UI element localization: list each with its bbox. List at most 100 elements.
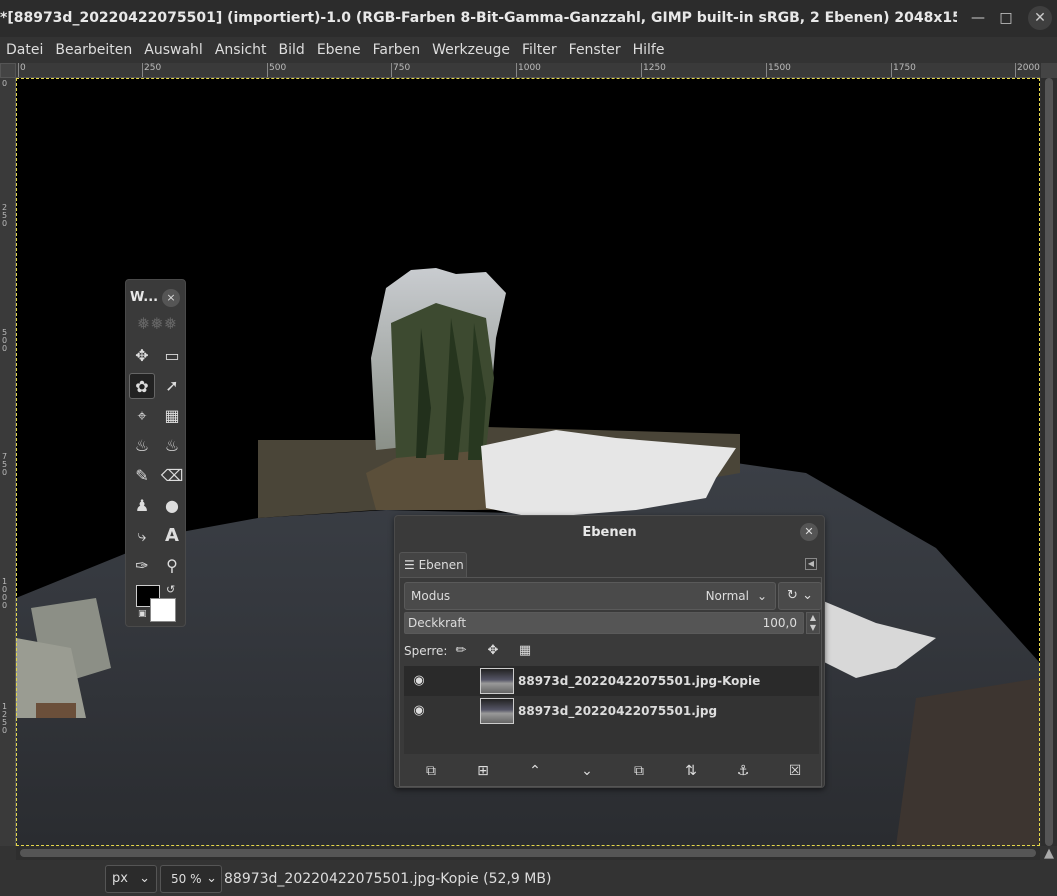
menu-farben[interactable]: Farben bbox=[373, 42, 420, 58]
eye-icon[interactable]: ◉ bbox=[410, 702, 428, 720]
ruler-label: 1750 bbox=[893, 63, 916, 73]
ruler-label: 2000 bbox=[1017, 63, 1040, 73]
menu-fenster[interactable]: Fenster bbox=[569, 42, 621, 58]
window-title: *[88973d_20220422075501] (importiert)-1.… bbox=[0, 10, 957, 26]
color-picker-icon[interactable]: ✑ bbox=[129, 553, 155, 579]
status-message: 88973d_20220422075501.jpg-Kopie (52,9 MB… bbox=[224, 871, 552, 887]
mode-label: Modus bbox=[411, 589, 451, 603]
close-icon[interactable]: ✕ bbox=[1028, 6, 1052, 30]
ruler-tick bbox=[516, 63, 517, 77]
menu-filter[interactable]: Filter bbox=[522, 42, 557, 58]
smudge-icon[interactable]: ● bbox=[159, 493, 185, 519]
close-icon[interactable]: × bbox=[162, 289, 180, 307]
eye-icon[interactable]: ◉ bbox=[410, 672, 428, 690]
rect-select-icon[interactable]: ▭ bbox=[159, 343, 185, 369]
status-bar: px ⌄ 50 % ⌄ 88973d_20220422075501.jpg-Ko… bbox=[0, 862, 1057, 896]
scrollbar-thumb[interactable] bbox=[20, 849, 1036, 857]
menu-bearbeiten[interactable]: Bearbeiten bbox=[55, 42, 132, 58]
delete-layer-icon[interactable]: ☒ bbox=[784, 760, 806, 782]
ruler-label: 250 bbox=[144, 63, 162, 73]
anchor-icon[interactable]: ⚓ bbox=[732, 760, 754, 782]
layers-dialog: Ebenen ✕ ☰ Ebenen ◀ Modus Normal ⌄ ↻ ⌄ D… bbox=[394, 515, 825, 788]
ruler-label: 500 bbox=[269, 63, 287, 73]
default-colors-icon[interactable]: ▣ bbox=[138, 609, 147, 619]
menu-ansicht[interactable]: Ansicht bbox=[215, 42, 267, 58]
mode-reset-button[interactable]: ↻ ⌄ bbox=[778, 582, 822, 610]
menu-auswahl[interactable]: Auswahl bbox=[144, 42, 203, 58]
new-group-icon[interactable]: ⊞ bbox=[472, 760, 494, 782]
ruler-tick bbox=[391, 63, 392, 77]
paths-icon[interactable]: ⤷ bbox=[129, 523, 155, 549]
maximize-icon[interactable]: □ bbox=[994, 6, 1018, 30]
layer-name: 88973d_20220422075501.jpg bbox=[518, 704, 718, 718]
lock-position-icon[interactable]: ✥ bbox=[484, 642, 502, 660]
layer-name: 88973d_20220422075501.jpg-Kopie bbox=[518, 674, 761, 688]
zoom-fit-icon[interactable] bbox=[1041, 63, 1057, 78]
minimize-icon[interactable]: — bbox=[966, 6, 990, 30]
duplicate-layer-icon[interactable]: ⧉ bbox=[628, 760, 650, 782]
tab-layers[interactable]: ☰ Ebenen bbox=[399, 552, 467, 578]
unit-value: px bbox=[112, 871, 128, 886]
vertical-scrollbar[interactable] bbox=[1041, 78, 1057, 846]
opacity-label: Deckkraft bbox=[408, 616, 467, 630]
ruler-label: 250 bbox=[2, 203, 8, 228]
background-color-swatch[interactable] bbox=[150, 598, 176, 622]
ruler-label: 0 bbox=[20, 63, 26, 73]
ruler-tick bbox=[142, 63, 143, 77]
mode-select[interactable]: Modus Normal ⌄ bbox=[404, 582, 776, 610]
chevron-down-icon: ⌄ bbox=[139, 871, 150, 886]
dialog-title: Ebenen bbox=[582, 525, 637, 540]
lower-layer-icon[interactable]: ⌄ bbox=[576, 760, 598, 782]
menu-datei[interactable]: Datei bbox=[6, 42, 43, 58]
fuzzy-select-icon[interactable]: ➚ bbox=[159, 373, 185, 399]
tab-menu-icon[interactable]: ◀ bbox=[805, 558, 817, 570]
menu-ebene[interactable]: Ebene bbox=[317, 42, 361, 58]
text-icon[interactable]: A bbox=[159, 523, 185, 549]
crop-icon[interactable]: ⌖ bbox=[129, 403, 155, 429]
layer-row[interactable]: ◉ 88973d_20220422075501.jpg bbox=[404, 696, 819, 726]
menu-bild[interactable]: Bild bbox=[279, 42, 305, 58]
ruler-label: 1500 bbox=[768, 63, 791, 73]
bucket-fill-icon[interactable]: ♨ bbox=[159, 433, 185, 459]
layer-thumbnail bbox=[480, 698, 514, 724]
swap-colors-icon[interactable]: ↺ bbox=[166, 583, 175, 596]
ruler-tick bbox=[1015, 63, 1016, 77]
opacity-spinner[interactable]: ▲ ▼ bbox=[806, 612, 820, 634]
new-layer-icon[interactable]: ⧉ bbox=[420, 760, 442, 782]
close-icon[interactable]: ✕ bbox=[800, 523, 818, 541]
ruler-label: 1250 bbox=[2, 702, 8, 735]
free-select-icon[interactable]: ✿ bbox=[129, 373, 155, 399]
ruler-tick bbox=[267, 63, 268, 77]
paintbrush-icon[interactable]: ✎ bbox=[129, 463, 155, 489]
lock-pixels-icon[interactable]: ✏ bbox=[452, 642, 470, 660]
eraser-icon[interactable]: ⌫ bbox=[159, 463, 185, 489]
ruler-label: 0 bbox=[2, 79, 8, 88]
scrollbar-thumb[interactable] bbox=[1045, 78, 1053, 846]
warp-icon[interactable]: ♨ bbox=[129, 433, 155, 459]
unified-transform-icon[interactable]: ▦ bbox=[159, 403, 185, 429]
mode-value: Normal bbox=[705, 589, 749, 603]
unit-select[interactable]: px ⌄ bbox=[105, 865, 157, 893]
quick-mask-toggle[interactable] bbox=[0, 63, 16, 78]
menu-hilfe[interactable]: Hilfe bbox=[633, 42, 665, 58]
chevron-down-icon: ⌄ bbox=[802, 588, 813, 603]
ruler-label: 1000 bbox=[518, 63, 541, 73]
layer-row[interactable]: ◉ 88973d_20220422075501.jpg-Kopie bbox=[404, 666, 819, 696]
chevron-down-icon: ⌄ bbox=[206, 871, 217, 886]
raise-layer-icon[interactable]: ⌃ bbox=[524, 760, 546, 782]
move-tool-icon[interactable]: ✥ bbox=[129, 343, 155, 369]
menu-werkzeuge[interactable]: Werkzeuge bbox=[432, 42, 510, 58]
merge-down-icon[interactable]: ⇅ bbox=[680, 760, 702, 782]
horizontal-ruler[interactable]: 0 250 500 750 1000 1250 1500 1750 2000 bbox=[16, 63, 1040, 78]
vertical-ruler[interactable]: 0 250 500 750 1000 1250 bbox=[0, 78, 16, 846]
opacity-slider[interactable]: Deckkraft 100,0 bbox=[404, 612, 804, 634]
clone-icon[interactable]: ♟ bbox=[129, 493, 155, 519]
horizontal-scrollbar[interactable] bbox=[16, 846, 1040, 860]
layer-list: ◉ 88973d_20220422075501.jpg-Kopie ◉ 8897… bbox=[404, 666, 819, 754]
layers-panel: Modus Normal ⌄ ↻ ⌄ Deckkraft 100,0 ▲ ▼ Sp… bbox=[399, 577, 822, 787]
lock-alpha-icon[interactable]: ▦ bbox=[516, 642, 534, 660]
zoom-select[interactable]: 50 % ⌄ bbox=[160, 865, 222, 893]
zoom-icon[interactable]: ⚲ bbox=[159, 553, 185, 579]
navigate-icon[interactable]: ▲ bbox=[1041, 846, 1057, 862]
chevron-down-icon: ⌄ bbox=[756, 589, 767, 603]
